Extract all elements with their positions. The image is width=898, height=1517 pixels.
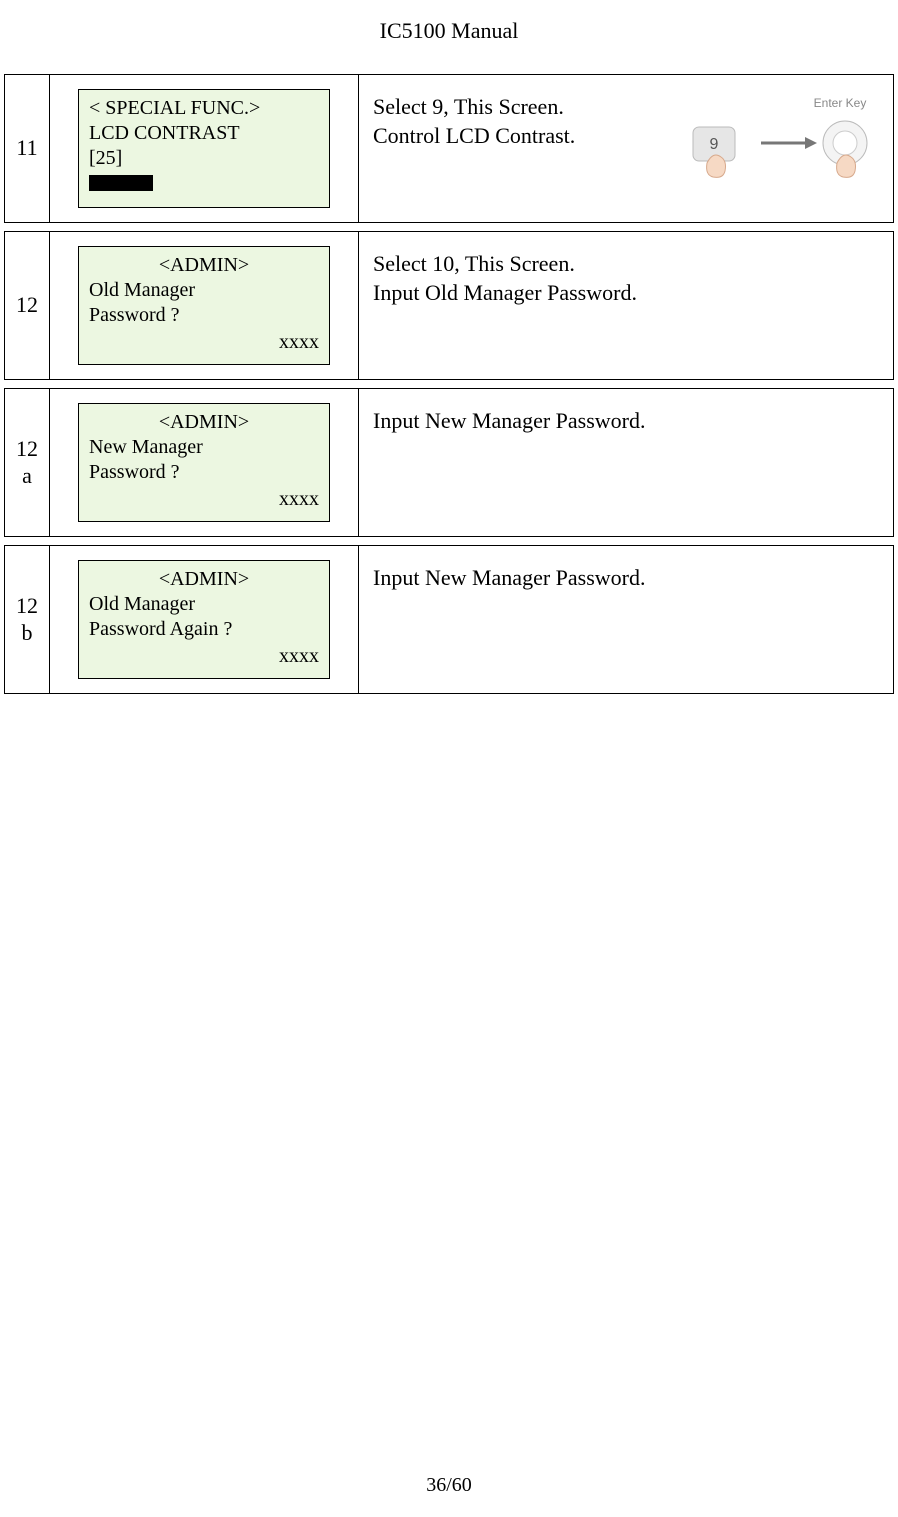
step-number: 12 a: [5, 389, 50, 536]
lcd-line: [25]: [89, 146, 319, 171]
description-text: Select 10, This Screen. Input Old Manage…: [373, 250, 879, 307]
step-number: 12: [5, 232, 50, 379]
enter-key-illustration: Enter Key 9: [685, 91, 885, 181]
lcd-header: <ADMIN>: [89, 567, 319, 592]
lcd-cell: < SPECIAL FUNC.> LCD CONTRAST [25]: [50, 75, 359, 222]
step-number: 12 b: [5, 546, 50, 693]
description-cell: Select 9, This Screen. Control LCD Contr…: [359, 75, 893, 222]
table-row: 12 a <ADMIN> New Manager Password ? xxxx…: [4, 388, 894, 537]
lcd-input-value: xxxx: [89, 330, 319, 355]
lcd-line: LCD CONTRAST: [89, 121, 319, 146]
page-title: IC5100 Manual: [0, 18, 898, 44]
lcd-line: Password ?: [89, 303, 319, 328]
enter-key-label: Enter Key: [814, 96, 867, 110]
page-number: 36/60: [0, 1474, 898, 1517]
lcd-cell: <ADMIN> Old Manager Password ? xxxx: [50, 232, 359, 379]
table-row: 12 b <ADMIN> Old Manager Password Again …: [4, 545, 894, 694]
description-cell: Input New Manager Password.: [359, 546, 893, 693]
lcd-header: < SPECIAL FUNC.>: [89, 96, 319, 121]
lcd-input-value: xxxx: [89, 487, 319, 512]
lcd-line: Password Again ?: [89, 617, 319, 642]
instruction-table: 11 < SPECIAL FUNC.> LCD CONTRAST [25] Se…: [0, 74, 898, 694]
lcd-line: Old Manager: [89, 592, 319, 617]
description-cell: Input New Manager Password.: [359, 389, 893, 536]
lcd-progress-bar: [89, 175, 153, 191]
lcd-line: Old Manager: [89, 278, 319, 303]
lcd-header: <ADMIN>: [89, 253, 319, 278]
lcd-cell: <ADMIN> Old Manager Password Again ? xxx…: [50, 546, 359, 693]
lcd-input-value: xxxx: [89, 644, 319, 669]
table-row: 12 <ADMIN> Old Manager Password ? xxxx S…: [4, 231, 894, 380]
lcd-header: <ADMIN>: [89, 410, 319, 435]
description-text: Input New Manager Password.: [373, 564, 879, 593]
step-number: 11: [5, 75, 50, 222]
lcd-screen: < SPECIAL FUNC.> LCD CONTRAST [25]: [78, 89, 330, 208]
description-text: Input New Manager Password.: [373, 407, 879, 436]
table-row: 11 < SPECIAL FUNC.> LCD CONTRAST [25] Se…: [4, 74, 894, 223]
lcd-screen: <ADMIN> Old Manager Password Again ? xxx…: [78, 560, 330, 679]
description-cell: Select 10, This Screen. Input Old Manage…: [359, 232, 893, 379]
lcd-line: Password ?: [89, 460, 319, 485]
key-digit: 9: [710, 136, 719, 153]
lcd-cell: <ADMIN> New Manager Password ? xxxx: [50, 389, 359, 536]
lcd-line: New Manager: [89, 435, 319, 460]
lcd-screen: <ADMIN> Old Manager Password ? xxxx: [78, 246, 330, 365]
lcd-screen: <ADMIN> New Manager Password ? xxxx: [78, 403, 330, 522]
